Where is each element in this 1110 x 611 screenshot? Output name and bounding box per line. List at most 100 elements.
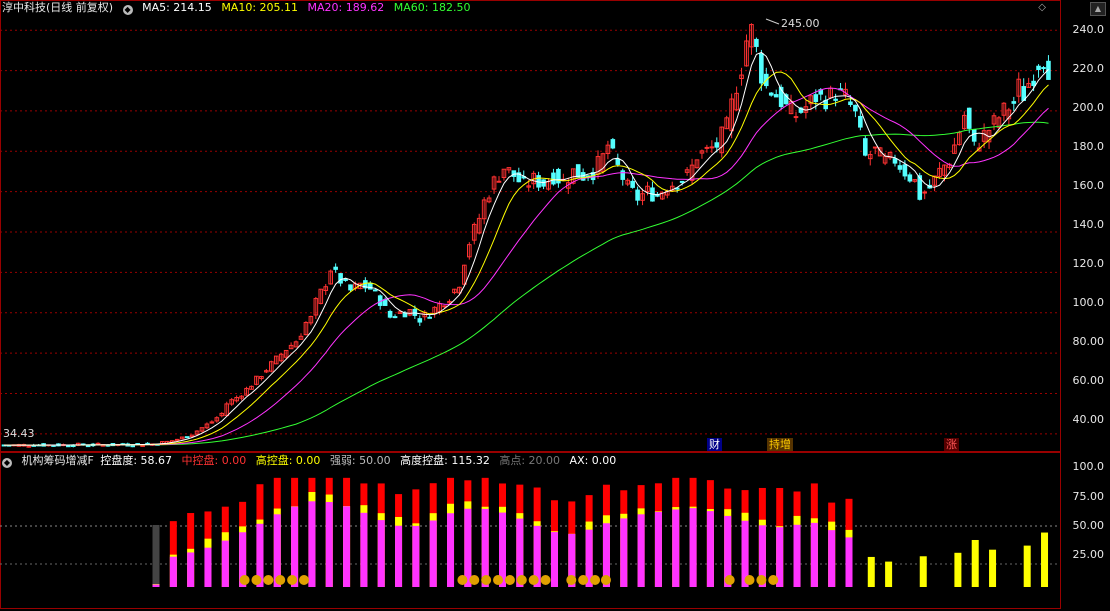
- indicator-magenta-bar: [187, 552, 195, 587]
- candle-down: [85, 445, 91, 448]
- smiley-icon: [516, 575, 527, 585]
- main-panel-border: [0, 0, 1061, 452]
- smiley-icon: [481, 575, 492, 585]
- indicator-magenta-bar: [343, 506, 351, 587]
- indicator-magenta-bar: [793, 524, 801, 587]
- candle-down: [392, 316, 398, 319]
- candle-down: [184, 436, 190, 439]
- candle-down: [372, 289, 378, 292]
- smiley-icon: [744, 575, 755, 585]
- candle-down: [382, 299, 388, 306]
- event-holding[interactable]: 持增: [767, 438, 793, 451]
- ma60-label: MA60: 182.50: [393, 1, 471, 14]
- settings-circle-icon[interactable]: ◆: [122, 5, 133, 15]
- candle-down: [754, 38, 759, 47]
- indicator-magenta-bar: [412, 525, 420, 587]
- indicator-header: ◆ 机构筹码增减F 控盘度: 58.67 中控盘: 0.00 高控盘: 0.00…: [2, 454, 622, 468]
- candle-up: [709, 146, 715, 149]
- ax-label: AX: 0.00: [569, 454, 617, 467]
- chart-canvas[interactable]: [0, 0, 1110, 611]
- indicator-yellow-bar: [971, 539, 979, 587]
- candle-up: [793, 116, 799, 119]
- candle-down: [714, 142, 720, 148]
- candle-up: [95, 442, 101, 445]
- indicator-gray-bar: [152, 524, 160, 587]
- candle-up: [140, 444, 145, 447]
- smiley-icon: [590, 575, 601, 585]
- candle-down: [907, 174, 913, 182]
- candle-down: [630, 180, 635, 188]
- indicator-magenta-bar: [447, 513, 455, 587]
- candlesticks: [1, 23, 1051, 448]
- candle-up: [496, 180, 502, 183]
- diamond-nav-icon[interactable]: ◇: [1038, 2, 1046, 13]
- candle-down: [679, 180, 685, 183]
- scroll-up-button[interactable]: ▲: [1090, 2, 1106, 16]
- smiley-icon: [275, 575, 286, 585]
- smiley-icon: [287, 575, 298, 585]
- indicator-magenta-bar: [654, 511, 662, 587]
- candle-down: [833, 98, 838, 101]
- candle-down: [759, 53, 764, 84]
- candle-down: [1011, 101, 1017, 104]
- indicator-tick: 75.00: [1072, 490, 1105, 503]
- candle-down: [427, 316, 432, 319]
- indicator-magenta-bar: [828, 530, 836, 587]
- smiley-icon: [566, 575, 577, 585]
- candle-down: [902, 164, 908, 177]
- smiley-icon: [469, 575, 480, 585]
- indicator-magenta-bar: [706, 511, 714, 587]
- indicator-yellow-bar: [1023, 545, 1031, 587]
- smiley-icon: [756, 575, 767, 585]
- indicator-magenta-bar: [152, 584, 160, 587]
- candle-down: [813, 94, 819, 102]
- high-point-label: 高点: 20.00: [499, 454, 561, 467]
- price-tick: 120.0: [1072, 257, 1105, 270]
- candle-down: [551, 172, 556, 185]
- candle-down: [368, 282, 373, 290]
- price-tick: 140.0: [1072, 218, 1105, 231]
- candle-down: [848, 101, 853, 106]
- low-price-label: 34.43: [3, 427, 35, 440]
- candle-down: [620, 170, 626, 180]
- main-chart-header: 淳中科技(日线 前复权) ◆ MA5: 214.15 MA10: 205.11 …: [2, 1, 476, 15]
- indicator-name[interactable]: 机构筹码增减F: [22, 454, 94, 467]
- candle-down: [348, 284, 353, 291]
- indicator-magenta-bar: [360, 512, 368, 587]
- stock-title[interactable]: 淳中科技(日线 前复权): [2, 1, 113, 14]
- candle-down: [575, 164, 581, 178]
- candle-down: [1041, 67, 1046, 70]
- indicator-magenta-bar: [308, 501, 316, 587]
- event-finance[interactable]: 财: [707, 438, 722, 451]
- candle-down: [333, 266, 338, 270]
- smiley-icon: [299, 575, 309, 585]
- indicator-circle-icon[interactable]: ◆: [2, 458, 12, 468]
- candle-down: [66, 445, 71, 448]
- event-limit-up[interactable]: 涨: [944, 438, 959, 451]
- indicator-tick: 100.0: [1072, 460, 1105, 473]
- indicator-magenta-bar: [204, 547, 212, 587]
- indicator-magenta-bar: [291, 506, 299, 587]
- ma20-label: MA20: 189.62: [307, 1, 385, 14]
- indicator-yellow-bar: [1041, 532, 1049, 587]
- indicator-bars: [152, 477, 1049, 587]
- candle-down: [892, 158, 898, 164]
- smiley-icon: [263, 575, 274, 585]
- candle-down: [615, 158, 621, 165]
- price-tick: 100.0: [1072, 296, 1105, 309]
- smiley-icon: [768, 575, 779, 585]
- ma5-label: MA5: 214.15: [142, 1, 212, 14]
- strength-label: 强弱: 50.00: [329, 454, 391, 467]
- high-control-label: 高控盘: 0.00: [255, 454, 321, 467]
- indicator-magenta-bar: [377, 520, 385, 587]
- candle-down: [768, 92, 774, 96]
- indicator-magenta-bar: [550, 532, 558, 587]
- smiley-icon: [457, 575, 468, 585]
- candle-down: [966, 107, 972, 129]
- candle-down: [130, 445, 135, 448]
- candle-down: [338, 273, 343, 284]
- candle-up: [922, 191, 928, 194]
- indicator-yellow-bar: [885, 561, 893, 587]
- price-tick: 80.00: [1072, 335, 1105, 348]
- indicator-yellow-bar: [867, 556, 875, 587]
